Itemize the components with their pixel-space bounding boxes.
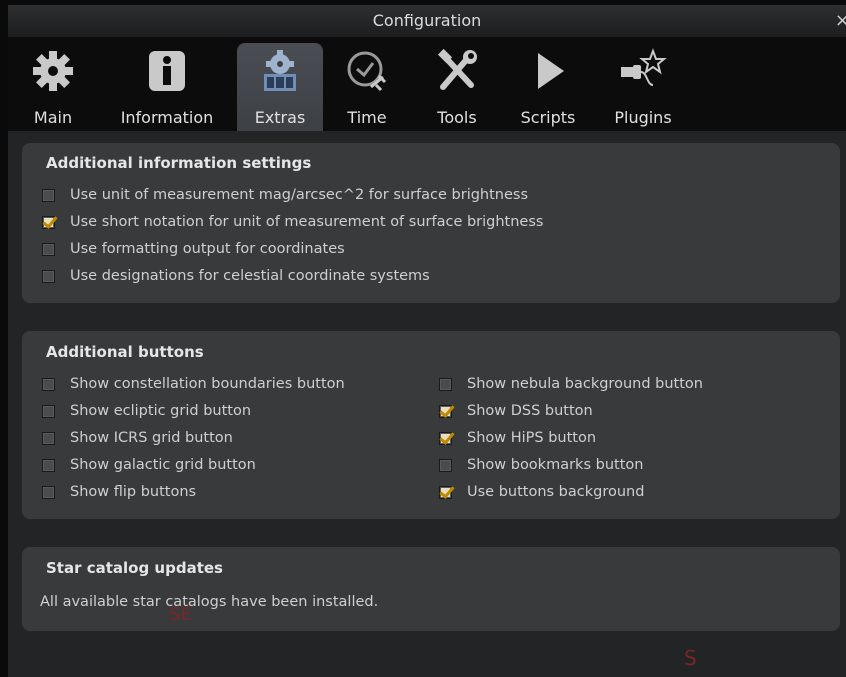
sky-marker-se: SE xyxy=(169,604,192,625)
additional-buttons-panel: Additional buttons Show constellation bo… xyxy=(22,331,840,519)
option-dss-button[interactable]: Show DSS button xyxy=(439,401,593,421)
panel-title: Additional buttons xyxy=(46,343,204,361)
info-icon xyxy=(145,47,189,99)
tools-icon xyxy=(433,47,481,99)
option-label: Show nebula background button xyxy=(467,376,703,392)
checkbox[interactable] xyxy=(42,404,55,418)
additional-information-panel: Additional information settings Use unit… xyxy=(22,143,840,303)
option-label: Show ecliptic grid button xyxy=(70,403,252,419)
option-label: Show flip buttons xyxy=(70,484,197,500)
configuration-window: Configuration × Main Information Extras … xyxy=(8,5,846,677)
title-bar[interactable]: Configuration × xyxy=(8,5,846,37)
tab-scripts[interactable]: Scripts xyxy=(508,37,588,131)
checkbox[interactable] xyxy=(439,377,452,391)
tab-time[interactable]: Time xyxy=(334,37,400,131)
checkbox-checked[interactable] xyxy=(439,485,452,499)
checkbox[interactable] xyxy=(439,458,452,472)
option-buttons-background[interactable]: Use buttons background xyxy=(439,482,644,502)
option-label: Use unit of measurement mag/arcsec^2 for… xyxy=(70,187,529,203)
play-icon xyxy=(524,47,572,99)
option-label: Use designations for celestial coordinat… xyxy=(70,268,430,284)
option-label: Show galactic grid button xyxy=(70,457,256,473)
checkbox[interactable] xyxy=(42,485,55,499)
tab-information-label: Information xyxy=(120,108,214,127)
option-galactic-grid[interactable]: Show galactic grid button xyxy=(42,455,256,475)
tab-tools-label: Tools xyxy=(437,108,477,127)
option-short-notation[interactable]: Use short notation for unit of measureme… xyxy=(42,212,543,232)
close-icon[interactable]: × xyxy=(835,5,846,37)
tab-tools[interactable]: Tools xyxy=(422,37,492,131)
option-bookmarks-button[interactable]: Show bookmarks button xyxy=(439,455,643,475)
star-catalog-status: All available star catalogs have been in… xyxy=(40,594,379,610)
tab-extras-label: Extras xyxy=(254,108,306,127)
checkbox[interactable] xyxy=(42,242,55,256)
checkbox[interactable] xyxy=(42,431,55,445)
panel-title: Additional information settings xyxy=(46,154,312,172)
gear-icon xyxy=(29,47,77,99)
checkbox[interactable] xyxy=(42,269,55,283)
checkbox-checked[interactable] xyxy=(439,431,452,445)
option-label: Show ICRS grid button xyxy=(70,430,233,446)
option-nebula-background[interactable]: Show nebula background button xyxy=(439,374,703,394)
tab-extras[interactable]: Extras xyxy=(237,43,323,131)
tab-scripts-label: Scripts xyxy=(520,108,576,127)
sky-marker-s: S xyxy=(684,646,697,670)
option-constellation-boundaries[interactable]: Show constellation boundaries button xyxy=(42,374,345,394)
star-catalog-panel: Star catalog updates All available star … xyxy=(22,547,840,631)
option-designations[interactable]: Use designations for celestial coordinat… xyxy=(42,266,430,286)
tab-plugins[interactable]: Plugins xyxy=(602,37,684,131)
option-label: Show bookmarks button xyxy=(467,457,644,473)
option-icrs-grid[interactable]: Show ICRS grid button xyxy=(42,428,233,448)
checkbox[interactable] xyxy=(42,377,55,391)
option-label: Show DSS button xyxy=(467,403,593,419)
option-label: Use formatting output for coordinates xyxy=(70,241,345,257)
tab-plugins-label: Plugins xyxy=(614,108,672,127)
tab-main[interactable]: Main xyxy=(16,37,90,131)
tab-bar: Main Information Extras Time Tools Scrip… xyxy=(8,37,846,131)
option-label: Show constellation boundaries button xyxy=(70,376,345,392)
extras-icon xyxy=(256,47,304,99)
option-label: Use buttons background xyxy=(467,484,645,500)
option-label: Show HiPS button xyxy=(467,430,597,446)
checkbox-checked[interactable] xyxy=(42,215,55,229)
checkbox[interactable] xyxy=(42,188,55,202)
checkbox-checked[interactable] xyxy=(439,404,452,418)
option-formatting-output[interactable]: Use formatting output for coordinates xyxy=(42,239,345,259)
option-ecliptic-grid[interactable]: Show ecliptic grid button xyxy=(42,401,251,421)
option-flip-buttons[interactable]: Show flip buttons xyxy=(42,482,196,502)
panel-title: Star catalog updates xyxy=(46,559,223,577)
option-surface-brightness-unit[interactable]: Use unit of measurement mag/arcsec^2 for… xyxy=(42,185,528,205)
tab-time-label: Time xyxy=(347,108,387,127)
option-label: Use short notation for unit of measureme… xyxy=(70,214,544,230)
window-title: Configuration xyxy=(372,11,482,30)
option-hips-button[interactable]: Show HiPS button xyxy=(439,428,596,448)
clock-icon xyxy=(343,47,391,99)
checkbox[interactable] xyxy=(42,458,55,472)
plugin-icon xyxy=(617,47,669,99)
tab-main-label: Main xyxy=(33,108,73,127)
tab-information[interactable]: Information xyxy=(108,37,226,131)
